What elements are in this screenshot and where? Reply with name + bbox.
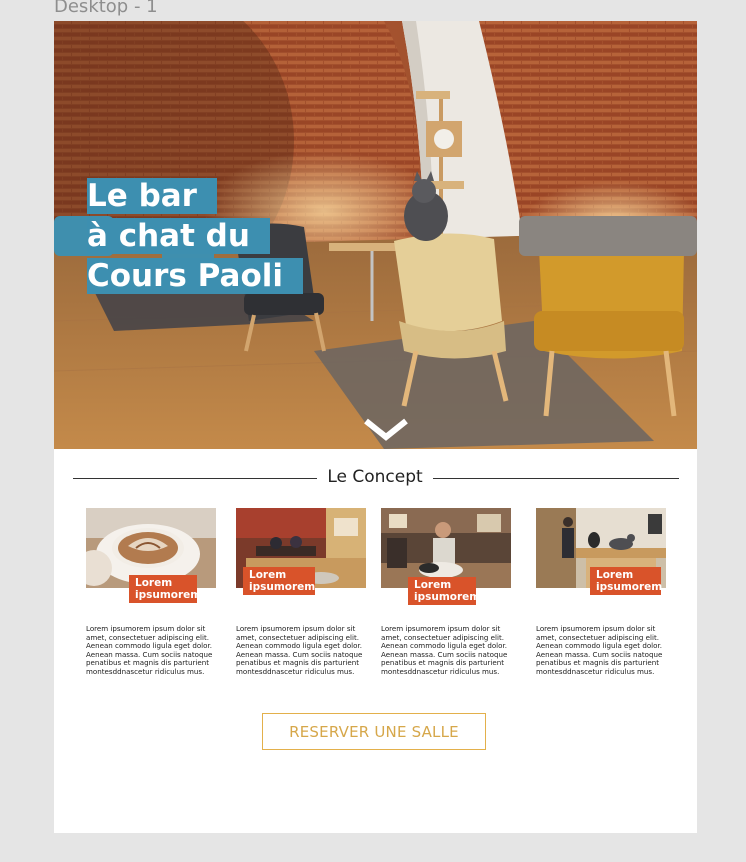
card-tag: Lorem ipsumorem	[590, 567, 662, 595]
chevron-down-icon[interactable]	[364, 417, 408, 441]
hero-banner: Le bar à chat du Cours Paoli	[54, 21, 697, 449]
card-description: Lorem ipsumorem ipsum dolor sit amet, co…	[536, 624, 663, 676]
card-tag: Lorem ipsumorem	[243, 567, 315, 595]
card-tag: Lorem ipsumorem	[408, 577, 480, 605]
card-description: Lorem ipsumorem ipsum dolor sit amet, co…	[381, 624, 508, 676]
card-tag: Lorem ipsumorem	[129, 575, 201, 603]
heading-rule-left	[73, 478, 317, 479]
card-description: Lorem ipsumorem ipsum dolor sit amet, co…	[236, 624, 363, 676]
hero-title: Le bar à chat du Cours Paoli	[87, 176, 304, 296]
woman-with-cats-photo	[381, 508, 511, 588]
heading-rule-right	[433, 478, 679, 479]
concept-title: Le Concept	[327, 467, 423, 487]
page-artboard: Le bar à chat du Cours Paoli Le Concept	[54, 21, 697, 833]
hero-title-line-2: à chat du	[87, 218, 270, 254]
concept-heading: Le Concept	[73, 467, 679, 489]
frame-label: Desktop - 1	[54, 0, 158, 17]
reserve-room-button[interactable]: RESERVER UNE SALLE	[262, 713, 486, 750]
hero-title-line-1: Le bar	[87, 178, 217, 214]
card-description: Lorem ipsumorem ipsum dolor sit amet, co…	[86, 624, 213, 676]
hero-title-line-3: Cours Paoli	[87, 258, 304, 294]
